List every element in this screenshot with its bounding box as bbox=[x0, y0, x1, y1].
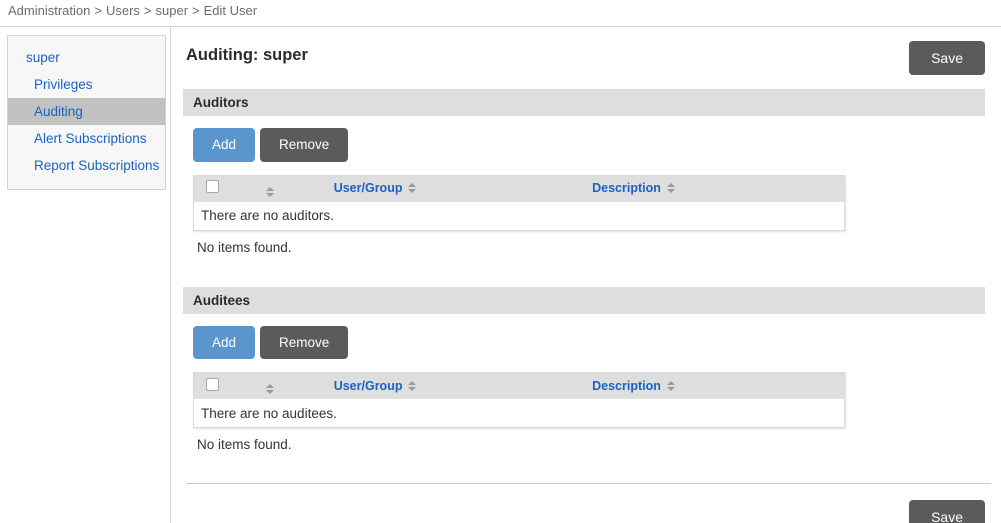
breadcrumb-item-edit-user: Edit User bbox=[204, 3, 257, 18]
sort-icon[interactable] bbox=[266, 187, 274, 197]
auditors-no-items-text: No items found. bbox=[193, 231, 985, 255]
auditors-user-group-header[interactable]: User/Group bbox=[334, 175, 592, 201]
auditors-table-header-row: User/Group Description bbox=[194, 175, 845, 201]
sidebar-panel: super Privileges Auditing Alert Subscrip… bbox=[7, 35, 166, 190]
auditees-button-row: Add Remove bbox=[193, 326, 985, 360]
breadcrumb-item-users[interactable]: Users bbox=[106, 3, 140, 18]
main-content: Auditing: super Save Auditors Add Remove bbox=[170, 27, 1001, 523]
sidebar: super Privileges Auditing Alert Subscrip… bbox=[0, 27, 170, 523]
sidebar-item-auditing[interactable]: Auditing bbox=[8, 98, 165, 125]
auditors-description-header[interactable]: Description bbox=[592, 175, 844, 201]
sort-icon[interactable] bbox=[266, 384, 274, 394]
sort-icon[interactable] bbox=[667, 183, 675, 193]
auditees-select-all-header bbox=[194, 373, 238, 399]
sidebar-item-report-subscriptions[interactable]: Report Subscriptions bbox=[8, 152, 165, 179]
sort-icon[interactable] bbox=[408, 381, 416, 391]
auditees-description-header[interactable]: Description bbox=[592, 373, 844, 399]
sort-icon[interactable] bbox=[408, 183, 416, 193]
section-auditors: Auditors Add Remove bbox=[183, 89, 985, 255]
auditees-no-items-text: No items found. bbox=[193, 428, 985, 452]
breadcrumb-item-super[interactable]: super bbox=[156, 3, 189, 18]
auditees-empty-message: There are no auditees. bbox=[194, 399, 845, 428]
breadcrumb-separator: > bbox=[144, 3, 152, 18]
sidebar-item-privileges[interactable]: Privileges bbox=[8, 71, 165, 98]
section-header-auditees: Auditees bbox=[183, 287, 985, 314]
section-body-auditees: Add Remove bbox=[183, 314, 985, 453]
auditors-sort-column-header bbox=[238, 175, 334, 201]
breadcrumb: Administration>Users>super>Edit User bbox=[0, 0, 1001, 22]
section-spacer bbox=[183, 255, 985, 287]
auditees-table-header-row: User/Group Description bbox=[194, 373, 845, 399]
auditees-user-group-label: User/Group bbox=[334, 379, 403, 393]
auditees-description-label: Description bbox=[592, 379, 661, 393]
save-button-bottom[interactable]: Save bbox=[909, 500, 985, 523]
auditors-description-label: Description bbox=[592, 181, 661, 195]
add-auditor-button[interactable]: Add bbox=[193, 128, 255, 162]
breadcrumb-separator: > bbox=[192, 3, 200, 18]
auditors-button-row: Add Remove bbox=[193, 128, 985, 162]
section-body-auditors: Add Remove bbox=[183, 116, 985, 255]
auditors-empty-message: There are no auditors. bbox=[194, 201, 845, 230]
save-button-top[interactable]: Save bbox=[909, 41, 985, 75]
section-auditees: Auditees Add Remove bbox=[183, 287, 985, 453]
page-title: Auditing: super bbox=[183, 46, 308, 65]
auditees-table: User/Group Description bbox=[193, 372, 845, 428]
sidebar-item-super[interactable]: super bbox=[8, 44, 165, 71]
auditees-sort-column-header bbox=[238, 373, 334, 399]
select-all-checkbox[interactable] bbox=[206, 180, 219, 193]
breadcrumb-item-administration[interactable]: Administration bbox=[8, 3, 90, 18]
footer-row: Save bbox=[183, 484, 985, 523]
sort-icon[interactable] bbox=[667, 381, 675, 391]
remove-auditee-button[interactable]: Remove bbox=[260, 326, 348, 360]
breadcrumb-separator: > bbox=[94, 3, 102, 18]
auditors-empty-row: There are no auditors. bbox=[194, 201, 845, 230]
add-auditee-button[interactable]: Add bbox=[193, 326, 255, 360]
remove-auditor-button[interactable]: Remove bbox=[260, 128, 348, 162]
page-body: super Privileges Auditing Alert Subscrip… bbox=[0, 27, 1001, 523]
sidebar-item-alert-subscriptions[interactable]: Alert Subscriptions bbox=[8, 125, 165, 152]
select-all-checkbox[interactable] bbox=[206, 378, 219, 391]
auditees-user-group-header[interactable]: User/Group bbox=[334, 373, 592, 399]
auditees-empty-row: There are no auditees. bbox=[194, 399, 845, 428]
auditors-table: User/Group Description bbox=[193, 175, 845, 231]
title-row: Auditing: super Save bbox=[183, 27, 985, 89]
section-header-auditors: Auditors bbox=[183, 89, 985, 116]
auditors-select-all-header bbox=[194, 175, 238, 201]
auditors-user-group-label: User/Group bbox=[334, 181, 403, 195]
